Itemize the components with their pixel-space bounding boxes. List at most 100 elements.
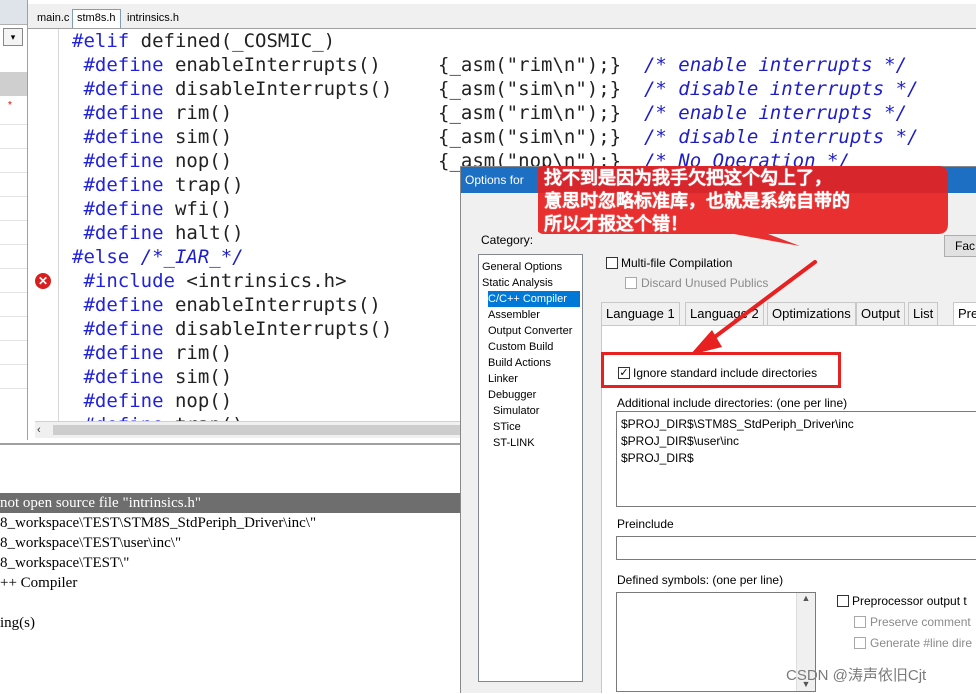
defined-symbols-label: Defined symbols: (one per line) <box>617 573 784 587</box>
category-item[interactable]: Linker <box>488 371 580 387</box>
annotation-line: 意思时忽略标准库，也就是系统自带的 <box>544 191 850 212</box>
error-circle-icon: ✕ <box>35 273 51 289</box>
code-text: enableInterrupts() {_asm("rim\n");} <box>163 54 644 76</box>
workspace-selected-row[interactable] <box>0 72 27 96</box>
scroll-left-icon[interactable]: ‹ <box>37 422 41 438</box>
code-keyword: #define <box>72 366 164 388</box>
code-keyword: #define <box>72 414 163 421</box>
code-comment: /* enable interrupts */ <box>643 102 908 124</box>
multi-file-checkbox[interactable] <box>606 257 618 269</box>
workspace-row <box>0 316 27 317</box>
code-text: trap() <box>164 414 244 421</box>
watermark: CSDN @涛声依旧Cjt <box>786 667 927 684</box>
code-text: rim() <box>163 342 233 364</box>
category-item[interactable]: Custom Build <box>488 339 580 355</box>
code-text: rim() {_asm("rim\n");} <box>163 102 644 124</box>
category-item[interactable]: ST-LINK <box>493 435 580 451</box>
workspace-row <box>0 148 27 149</box>
workspace-row <box>0 340 27 341</box>
editor-gutter <box>28 29 59 421</box>
options-tab-bar: Language 1 Language 2 Optimizations Output L… <box>601 302 976 326</box>
workspace-dropdown[interactable]: ▾ <box>3 28 23 46</box>
code-line: #define enableInterrupts() {_asm("rim\n"… <box>72 53 976 77</box>
generate-line-label: Generate #line dire <box>870 636 973 650</box>
category-item[interactable]: Build Actions <box>488 355 580 371</box>
options-tab[interactable]: List <box>908 302 939 326</box>
preinclude-label: Preinclude <box>617 517 674 531</box>
code-keyword: #include <box>72 270 175 292</box>
include-dirs-label: Additional include directories: (one per… <box>617 396 848 410</box>
code-text: <intrinsics.h> <box>174 270 347 292</box>
workspace-row <box>0 268 27 269</box>
code-keyword: #elif <box>72 30 130 52</box>
annotation-text: 找不到是因为我手欠把这个勾上了， 意思时忽略标准库，也就是系统自带的 所以才报这… <box>544 167 850 236</box>
code-keyword: #define <box>72 318 164 340</box>
code-keyword: #define <box>72 222 164 244</box>
build-output-panel: not open source file "intrinsics.h" 8_wo… <box>0 443 465 694</box>
code-keyword: #define <box>72 150 164 172</box>
code-keyword: #define <box>72 174 164 196</box>
options-tab[interactable]: Language 2 <box>685 302 764 326</box>
error-asterisk-icon: * <box>8 100 12 111</box>
code-text: defined(_COSMIC_) <box>129 30 336 52</box>
code-text: sim() <box>163 366 233 388</box>
build-output-line: 8_workspace\TEST\user\inc\" <box>0 535 182 551</box>
editor-horizontal-scrollbar[interactable]: ‹ <box>35 421 493 438</box>
category-label: Category: <box>481 233 534 247</box>
options-tab[interactable]: Optimizations <box>767 302 856 326</box>
code-keyword: #else <box>72 246 130 268</box>
preprocessor-output-checkbox[interactable] <box>837 595 849 607</box>
code-text: wfi() <box>163 198 233 220</box>
preinclude-input[interactable] <box>616 536 976 560</box>
category-item[interactable]: Output Converter <box>488 323 580 339</box>
include-dirs-textarea[interactable]: $PROJ_DIR$\STM8S_StdPeriph_Driver\inc $P… <box>616 411 976 507</box>
editor-tab-bar: main.c stm8s.h intrinsics.h <box>28 4 976 29</box>
workspace-row <box>0 292 27 293</box>
code-line: #define disableInterrupts() {_asm("sim\n… <box>72 77 976 101</box>
include-dir-line: $PROJ_DIR$\STM8S_StdPeriph_Driver\inc <box>621 417 854 431</box>
build-output-line: 8_workspace\TEST\STM8S_StdPeriph_Driver\… <box>0 515 317 531</box>
scroll-up-icon[interactable]: ▲ <box>797 593 815 603</box>
category-item[interactable]: General Options <box>482 259 580 275</box>
category-item[interactable]: STice <box>493 419 580 435</box>
scrollbar-thumb[interactable] <box>53 425 493 435</box>
tab-stm8s-h[interactable]: stm8s.h <box>72 9 121 28</box>
code-text: enableInterrupts() <box>163 294 381 316</box>
build-output-line: ++ Compiler <box>0 575 78 591</box>
options-tab[interactable]: Language 1 <box>601 302 680 326</box>
code-text: halt() <box>163 222 244 244</box>
code-text: nop() <box>163 390 233 412</box>
tab-main-c[interactable]: main.c <box>32 9 74 28</box>
code-keyword: #define <box>72 294 164 316</box>
workspace-row <box>0 196 27 197</box>
include-dir-line: $PROJ_DIR$ <box>621 451 694 465</box>
workspace-panel: ▾ * <box>0 0 28 440</box>
highlight-box <box>601 352 841 388</box>
code-line: #define rim() {_asm("rim\n");} /* enable… <box>72 101 976 125</box>
annotation-line: 所以才报这个错！ <box>544 214 688 235</box>
options-tab[interactable]: Output <box>856 302 906 326</box>
code-keyword: #define <box>72 198 164 220</box>
category-item[interactable]: Static Analysis <box>482 275 580 291</box>
build-output-line: ing(s) <box>0 615 35 631</box>
preserve-comments-label: Preserve comment <box>870 615 971 629</box>
category-item[interactable]: C/C++ Compiler <box>488 291 580 307</box>
code-line: #define sim() {_asm("sim\n");} /* disabl… <box>72 125 976 149</box>
category-item[interactable]: Debugger <box>488 387 580 403</box>
multi-file-label: Multi-file Compilation <box>621 256 733 270</box>
category-item[interactable]: Assembler <box>488 307 580 323</box>
category-item[interactable]: Simulator <box>493 403 580 419</box>
tab-intrinsics-h[interactable]: intrinsics.h <box>122 9 184 28</box>
options-tab[interactable]: Pre <box>953 302 976 326</box>
code-keyword: #define <box>72 390 164 412</box>
workspace-row <box>0 172 27 173</box>
build-error-line[interactable]: not open source file "intrinsics.h" <box>0 493 465 513</box>
workspace-row <box>0 124 27 125</box>
code-comment: /* enable interrupts */ <box>643 54 908 76</box>
preprocessor-output-label: Preprocessor output t <box>852 594 967 608</box>
code-text: disableInterrupts() <box>163 318 393 340</box>
code-keyword: #define <box>72 54 164 76</box>
workspace-row <box>0 220 27 221</box>
workspace-row <box>0 388 27 389</box>
